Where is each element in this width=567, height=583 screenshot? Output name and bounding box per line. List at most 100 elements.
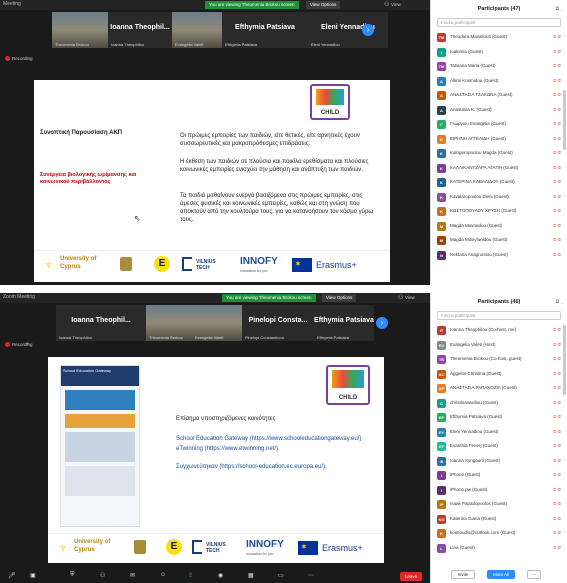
participant-row[interactable]: K ΚΑΛΛΙΚΑΝΤΖΑΡΑ ΑΓΑΠΗ (Guest) ⦸ ⊘ [431,161,567,176]
video-tile[interactable]: Efthymia Patsiava Efthymia Patsiava [314,305,374,341]
participants-icon[interactable]: ⚇ [100,572,105,579]
participant-row[interactable]: K ΚΑΤΕΡΙΝΑ ΚΑΒΑΛΙΔΟΥ (Guest) ⦸ ⊘ [431,175,567,190]
participant-row[interactable]: N Nektaria Anagnostou (Guest) ⦸ ⊘ [431,248,567,263]
participant-row[interactable]: Cchristinavasiliou (Guest) ⦸ ⊘ [431,396,567,411]
leave-button[interactable]: Leave [400,572,422,581]
tile-sub-label: Evangelia Valeti [175,42,204,47]
scrollbar[interactable] [563,325,566,395]
participant-row[interactable]: IiPhone (Guest) ⦸ ⊘ [431,468,567,483]
participant-avatar: I [437,47,446,57]
participant-name: ΑΝΑΣΤΑΣΙΑ ΤΣΑΚΩΝΑ (Guest) [450,92,513,97]
participant-row[interactable]: IP Isaak Papadopoulos (Guest) ⦸ ⊘ [431,497,567,512]
participant-row[interactable]: Kkoutloudis@outlook.com (Guest) ⦸ ⊘ [431,526,567,541]
participant-row[interactable]: K Kavalaropoulou Eleni (Guest) ⦸ ⊘ [431,190,567,205]
view-button[interactable]: ⚇ View [398,294,415,301]
share-screen-icon[interactable]: ⇪ [188,572,193,579]
participant-row[interactable]: IS Ioanna Syngouni (Guest) ⦸ ⊘ [431,454,567,469]
participant-name: ΑΝΑΣΤΑΣΙΑ ΡΑΠΑΚΟΖΙΑ (Guest) [450,385,517,390]
video-camera-icon[interactable]: ▣ [30,572,36,579]
next-page-icon[interactable]: › [362,24,374,36]
participant-row[interactable]: KG Katerina Giana (Guest) ⦸ ⊘ [431,512,567,527]
video-tile[interactable]: Eleni Yennadiou Eleni Yennadiou [308,12,388,48]
muted-mic-video-icon: ⦸ ⊘ [553,370,561,377]
mute-all-button[interactable]: Mute All [487,570,515,579]
participant-avatar: M [437,236,446,245]
participant-name: Theomenia Brokou (Co-host, guest) [450,356,522,361]
participant-avatar: A [437,105,446,115]
whiteboard-icon[interactable]: ▭ [278,572,284,579]
video-tile[interactable]: Ioanna Theophil... Ioanna Theophilou [56,305,146,341]
participant-name: Isaak Papadopoulos (Guest) [450,501,508,506]
invite-button[interactable]: Invite [451,570,475,579]
microphone-icon[interactable]: 🎤︎ [8,572,16,579]
crest-icon [120,257,132,271]
security-icon[interactable]: ⛨ [70,572,75,579]
slide-link-line[interactable]: eTwinning (https://www.etwinning.net/) [176,445,376,453]
participant-row[interactable]: TM Theodora Mavaliouti (Guest) ⦸ ⊘ [431,30,567,45]
muted-mic-video-icon: ⦸ ⊘ [553,544,561,551]
tile-name: Efthymia Patsiava [235,24,295,31]
tile-name: Eleni Yennadiou [321,24,375,31]
participant-name: ΚΑΤΕΡΙΝΑ ΚΑΒΑΛΙΔΟΥ (Guest) [450,179,515,184]
participant-row[interactable]: L Lina (Guest) ⦸ ⊘ [431,541,567,556]
participant-row[interactable]: TB Theomenia Brokou (Co-host, guest) ⦸ ⊘ [431,352,567,367]
more-icon[interactable]: ⋯ [308,572,314,579]
panel-popout-icon[interactable]: ⧉ ⌄ [556,299,563,305]
participant-row[interactable]: EF Evanthia Fenerj (Guest) ⦸ ⊘ [431,439,567,454]
record-icon[interactable]: ◉ [218,572,223,579]
participant-avatar: TM [437,33,446,42]
more-options-button[interactable]: ⋯ [527,570,541,579]
view-button[interactable]: ⚇ View [384,1,401,8]
participant-row[interactable]: EV Evangelia Valeti (Host) ⦸ ⊘ [431,338,567,353]
participant-row[interactable]: IT Ioanna Theophilou (Co-host, me) ⦸ ⊘ [431,323,567,338]
children-icon [332,370,364,388]
participant-search-input[interactable]: Find a participant [437,311,561,320]
participant-row[interactable]: K ΚΩΣΤΟΠΟΥΛΟΥ ΧΡΥΣΗ (Guest) ⦸ ⊘ [431,204,567,219]
participant-row[interactable]: A ΑΝΑΣΤΑΣΙΑ ΤΣΑΚΩΝΑ (Guest) ⦸ ⊘ [431,88,567,103]
chat-icon[interactable]: ✉ [130,572,135,579]
next-page-icon[interactable]: › [376,317,388,329]
video-tile[interactable]: Efthymia Patsiava Efthymia Patsiava [222,12,308,48]
view-options-button[interactable]: View Options [322,294,357,302]
participants-title: Participants (46) [477,299,521,305]
slide-link-line[interactable]: School Education Gateway (https://www.sc… [176,435,376,443]
participant-row[interactable]: A Alkmi Kosmidou (Guest) ⦸ ⊘ [431,74,567,89]
participants-title: Participants (47) [477,6,521,12]
muted-mic-video-icon: ⦸ ⊘ [553,399,561,406]
video-tile[interactable]: Pinelopi Consta... Pinelopi Constantinou [242,305,314,341]
participant-row[interactable]: K Kalogeropoulou Magda (Guest) ⦸ ⊘ [431,146,567,161]
participant-row[interactable]: TM Tatsiana Maria (Guest) ⦸ ⊘ [431,59,567,74]
participant-name: christinavasiliou (Guest) [450,399,499,405]
video-tile[interactable]: Theomenia Brokou [146,305,192,341]
participant-row[interactable]: M Magda Mitsiyfunidou (Guest) ⦸ ⊘ [431,233,567,248]
muted-mic-video-icon: ⦸ ⊘ [553,428,561,435]
participant-row[interactable]: AC Aggelos Christina (Guest) ⦸ ⊘ [431,367,567,382]
participant-row[interactable]: A Anastasia K. (Guest) ⦸ ⊘ [431,103,567,118]
participant-row[interactable]: EP Efthymia Patsiava (Guest) ⦸ ⊘ [431,410,567,425]
participant-row[interactable]: I Ioakimia (Guest) ⦸ ⊘ [431,45,567,60]
muted-mic-video-icon: ⦸ ⊘ [553,486,561,493]
muted-mic-video-icon: ⦸ ⊘ [553,515,561,522]
video-tile[interactable]: Ioanna Theophil... Ioanna Theophilou [108,12,172,48]
recording-icon [5,56,10,61]
participant-row[interactable]: AP ΑΝΑΣΤΑΣΙΑ ΡΑΠΑΚΟΖΙΑ (Guest) ⦸ ⊘ [431,381,567,396]
participant-row[interactable]: IiPhone.pw (Guest) ⦸ ⊘ [431,483,567,498]
video-tile[interactable]: Evangelia Valeti [192,305,242,341]
apps-icon[interactable]: ▦ [248,572,254,579]
view-options-button[interactable]: View Options [306,1,341,9]
participant-row[interactable]: Γ Γεώργιου Evangelia (Guest) ⦸ ⊘ [431,117,567,132]
participant-avatar: IP [437,500,446,509]
muted-mic-video-icon: ⦸ ⊘ [553,135,561,142]
panel-popout-icon[interactable]: ⧉ ⌄ [556,6,563,12]
scrollbar[interactable] [563,90,566,150]
slide-link-line[interactable]: Συγχωνεύτηκαν (https://school-education.… [176,463,376,471]
react-icon[interactable]: ☺ [160,572,166,578]
participant-row[interactable]: EY Eleni Yennadiou (Guest) ⦸ ⊘ [431,425,567,440]
participant-row[interactable]: E ΕΙΡΗΝΗ ΑΓΓΕΛΙΔΗ (Guest) ⦸ ⊘ [431,132,567,147]
meeting-toolbar: 🎤︎ ▣ ⛨ ⚇ ✉ ☺ ⇪ ◉ ▦ ▭ ⋯ Leave [0,569,430,583]
participant-search-input[interactable]: Find a participant [437,18,561,27]
video-tile[interactable]: Evangelia Valeti [172,12,222,48]
video-tile[interactable]: Theomenia Brokou [52,12,108,48]
participant-row[interactable]: M Magda Mavraidou (Guest) ⦸ ⊘ [431,219,567,234]
vilnius-logo-text: VILNIUS TECH [206,542,226,554]
